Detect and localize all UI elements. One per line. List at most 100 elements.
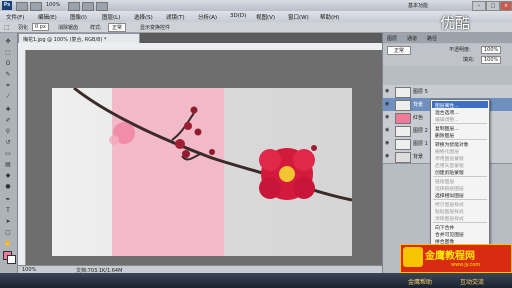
- history-brush-icon[interactable]: ↺: [3, 138, 13, 147]
- brush-tool-icon[interactable]: ✐: [3, 116, 13, 125]
- eye-icon[interactable]: ◉: [385, 127, 391, 133]
- eye-icon[interactable]: ◉: [385, 140, 391, 146]
- tab-channels[interactable]: 通道: [407, 35, 417, 42]
- marquee-tool-icon[interactable]: ⬚: [4, 24, 10, 31]
- panel-tab-bar: 图层 通道 路径: [383, 33, 512, 43]
- bridge-icon[interactable]: [16, 2, 28, 11]
- layer-name: 背景: [413, 154, 424, 160]
- photoshop-logo: Ps: [2, 1, 12, 10]
- watermark-url: www.jy.com: [451, 262, 481, 268]
- interact-link[interactable]: 互动交流: [460, 277, 484, 286]
- eye-icon[interactable]: ◉: [385, 114, 391, 120]
- menu-item-layer-properties[interactable]: 图层属性...: [435, 102, 459, 109]
- antialias-checkbox[interactable]: 消除锯齿: [58, 24, 78, 31]
- layer-name: 图层 1: [413, 141, 428, 147]
- fill-label: 填充:: [463, 57, 475, 63]
- layer-thumbnail: [395, 139, 411, 150]
- crop-tool-icon[interactable]: ⌗: [3, 81, 13, 90]
- watermark-title: 金鹰教程网: [425, 251, 475, 262]
- eye-icon[interactable]: ◉: [385, 88, 391, 94]
- lasso-tool-icon[interactable]: ʘ: [3, 59, 13, 68]
- layer-row[interactable]: ◉ 图层 5: [383, 85, 512, 99]
- gradient-tool-icon[interactable]: ▤: [3, 160, 13, 169]
- menu-item-duplicate-layer[interactable]: 复制图层...: [435, 125, 459, 132]
- menu-view[interactable]: 视图(V): [256, 13, 275, 21]
- menu-image[interactable]: 图像(I): [70, 13, 87, 21]
- eyedropper-icon[interactable]: ⁄: [3, 92, 13, 101]
- menu-item-paste-layer-style[interactable]: 粘贴图层样式: [435, 208, 464, 215]
- menu-item-delete-layer[interactable]: 删除图层: [435, 132, 454, 139]
- menu-select[interactable]: 选择(S): [134, 13, 153, 21]
- menu-item-link-layers[interactable]: 链接图层: [435, 178, 454, 185]
- opacity-input[interactable]: 100%: [481, 46, 502, 54]
- workspace-label[interactable]: 基本功能: [408, 2, 428, 9]
- maximize-button[interactable]: □: [486, 1, 500, 11]
- layer-thumbnail: [395, 126, 411, 137]
- opacity-label: 不透明度:: [449, 47, 471, 53]
- dodge-tool-icon[interactable]: ●: [3, 182, 13, 191]
- path-select-icon[interactable]: ➤: [3, 217, 13, 226]
- menu-file[interactable]: 文件(F): [6, 13, 24, 21]
- layer-name: 红色: [413, 115, 424, 121]
- menu-filter[interactable]: 滤镜(T): [166, 13, 185, 21]
- blend-mode-select[interactable]: 正常: [387, 46, 412, 55]
- menu-item-enable-vector-mask[interactable]: 启用矢量蒙版: [435, 162, 464, 169]
- zoom-level[interactable]: 100%: [46, 2, 60, 8]
- youku-logo: 优酷: [440, 14, 471, 32]
- layer-controls: 正常 不透明度: 100% 填充: 100%: [383, 44, 512, 66]
- hand-tool-icon[interactable]: [68, 2, 80, 11]
- marquee-tool-icon[interactable]: ⬚: [3, 48, 13, 57]
- menu-3d[interactable]: 3D(D): [230, 13, 246, 19]
- style-select[interactable]: 正常: [108, 23, 127, 32]
- type-tool-icon[interactable]: T: [3, 206, 13, 215]
- close-button[interactable]: ×: [500, 1, 512, 11]
- menu-item-blending-options[interactable]: 混合选项...: [435, 109, 459, 116]
- document-canvas[interactable]: [52, 88, 352, 256]
- background-color-swatch[interactable]: [7, 255, 16, 264]
- healing-brush-icon[interactable]: ✚: [3, 105, 13, 114]
- menu-item-convert-smart-object[interactable]: 转换为智能对象: [435, 141, 469, 148]
- clone-stamp-icon[interactable]: ⚲: [3, 127, 13, 136]
- blur-tool-icon[interactable]: ◆: [3, 171, 13, 180]
- menu-item-disable-layer-mask[interactable]: 停用图层蒙版: [435, 155, 464, 162]
- layer-context-menu: 图层属性... 混合选项... 编辑调整... 复制图层... 删除图层 转换为…: [430, 99, 490, 249]
- layer-thumbnail: [395, 87, 411, 98]
- tab-paths[interactable]: 路径: [427, 35, 437, 42]
- show-transform-checkbox[interactable]: 显示变换控件: [140, 24, 170, 31]
- quick-select-icon[interactable]: ✎: [3, 70, 13, 79]
- arrange-icon[interactable]: [96, 2, 108, 11]
- menu-edit[interactable]: 编辑(E): [38, 13, 57, 21]
- menu-window[interactable]: 窗口(W): [288, 13, 309, 21]
- mini-bridge-icon[interactable]: [30, 2, 42, 11]
- fill-input[interactable]: 100%: [481, 56, 502, 64]
- feather-label: 羽化: [18, 25, 29, 31]
- tab-layers[interactable]: 图层: [387, 35, 397, 42]
- options-bar: ⬚ 羽化 0 px 消除锯齿 样式: 正常 显示变换控件: [0, 22, 512, 33]
- move-tool-icon[interactable]: ✥: [3, 37, 13, 46]
- eagle-logo-icon: [403, 247, 423, 267]
- menu-item-merge-visible[interactable]: 合并可见图层: [435, 231, 464, 238]
- menu-item-select-similar-layers[interactable]: 选择相似图层: [435, 192, 464, 199]
- menu-analysis[interactable]: 分析(A): [198, 13, 217, 21]
- hand-tool-icon[interactable]: ✋: [3, 239, 13, 248]
- zoom-tool-icon[interactable]: [82, 2, 94, 11]
- menu-item-rasterize-layer[interactable]: 栅格化图层: [435, 148, 459, 155]
- eye-icon[interactable]: ◉: [385, 153, 391, 159]
- menu-item-select-linked-layers[interactable]: 选择链接图层: [435, 185, 464, 192]
- eraser-tool-icon[interactable]: ▭: [3, 149, 13, 158]
- menu-item-clear-layer-style[interactable]: 清除图层样式: [435, 215, 464, 222]
- menu-item-edit-adjustment[interactable]: 编辑调整...: [435, 116, 459, 123]
- shape-tool-icon[interactable]: ▢: [3, 228, 13, 237]
- feather-input[interactable]: 0 px: [32, 23, 49, 31]
- minimize-button[interactable]: –: [472, 1, 486, 11]
- watermark-banner: 金鹰教程网 www.jy.com: [400, 244, 512, 273]
- menu-layer[interactable]: 图层(L): [102, 13, 120, 21]
- menu-item-create-clipping-mask[interactable]: 创建剪贴蒙版: [435, 169, 464, 176]
- menu-help[interactable]: 帮助(H): [320, 13, 339, 21]
- menu-item-merge-down[interactable]: 向下合并: [435, 224, 454, 231]
- eye-icon[interactable]: ◉: [385, 101, 391, 107]
- help-link[interactable]: 金鹰帮助: [408, 277, 432, 286]
- menu-item-copy-layer-style[interactable]: 拷贝图层样式: [435, 201, 464, 208]
- pen-tool-icon[interactable]: ✒: [3, 195, 13, 204]
- title-bar: Ps 100% 基本功能 – □ ×: [0, 0, 512, 11]
